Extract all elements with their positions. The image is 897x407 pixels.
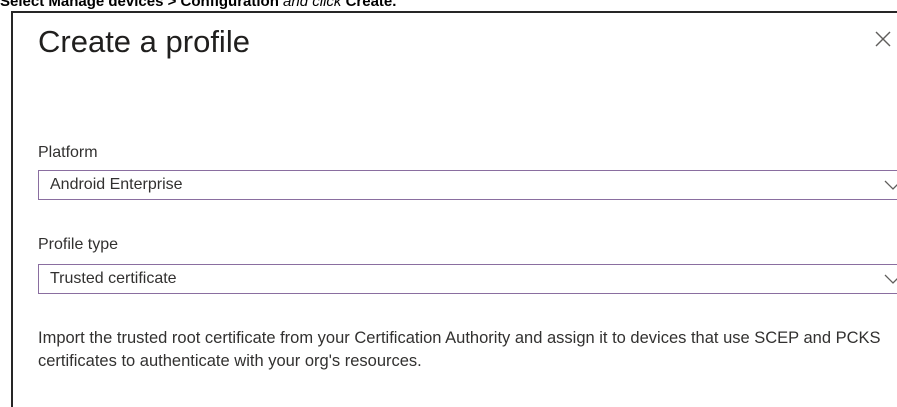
- caption-create: Create.: [345, 0, 397, 10]
- profile-type-label: Profile type: [38, 236, 119, 253]
- platform-selected-value: Android Enterprise: [50, 176, 183, 193]
- page: Select Manage devices > Configuration an…: [0, 0, 897, 407]
- caption-and-click: and click: [278, 0, 346, 10]
- platform-dropdown[interactable]: Android Enterprise: [38, 170, 897, 200]
- close-button[interactable]: [871, 27, 895, 51]
- chevron-down-icon: [884, 274, 897, 284]
- caption-separator: >: [163, 0, 181, 10]
- close-icon: [875, 31, 891, 47]
- profile-type-dropdown[interactable]: Trusted certificate: [38, 264, 897, 294]
- chevron-down-icon: [884, 180, 897, 190]
- instruction-caption: Select Manage devices > Configuration an…: [0, 0, 396, 10]
- profile-type-selected-value: Trusted certificate: [50, 270, 177, 287]
- create-profile-panel: Create a profile Platform Android Enterp…: [11, 11, 897, 407]
- caption-select: Select: [0, 0, 49, 10]
- caption-configuration: Configuration: [180, 0, 279, 10]
- profile-type-description: Import the trusted root certificate from…: [38, 329, 881, 370]
- panel-title: Create a profile: [38, 24, 250, 59]
- caption-manage-devices: Manage devices: [48, 0, 164, 10]
- platform-label: Platform: [38, 144, 98, 161]
